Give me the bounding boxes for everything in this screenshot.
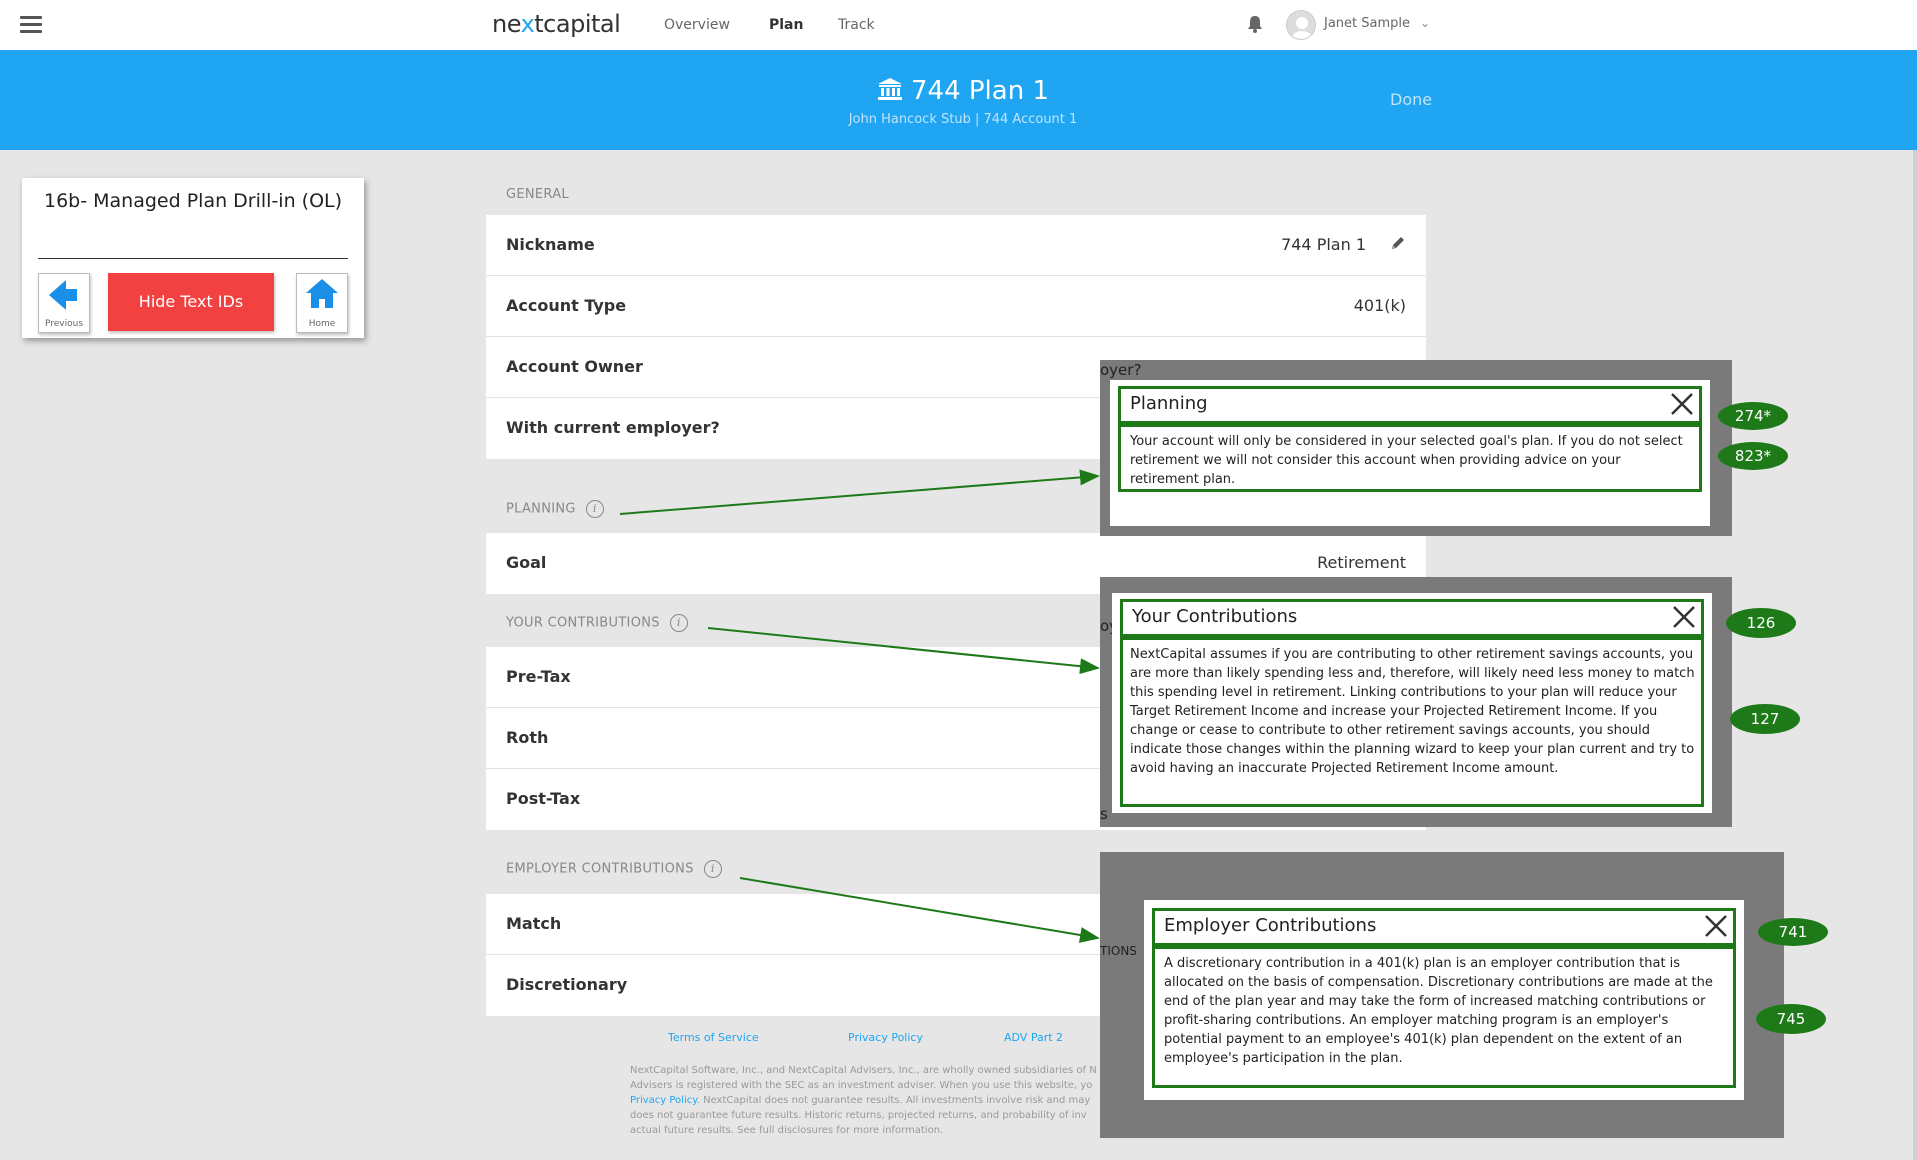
arrow-planning: [619, 469, 1100, 515]
disclosure-line: Advisers is registered with the SEC as a…: [630, 1080, 1093, 1091]
your-contributions-tooltip-overlay: oy s Your Contributions NextCapital assu…: [1100, 577, 1732, 827]
disclosure-line: . NextCapital does not guarantee results…: [696, 1095, 1091, 1106]
home-label: Home: [308, 319, 336, 329]
tooltip-body: Your account will only be considered in …: [1130, 434, 1683, 487]
match-label: Match: [506, 914, 562, 933]
planning-tooltip-overlay: oyer? Planning Your account will only be…: [1100, 360, 1732, 536]
planning-tooltip: Planning Your account will only be consi…: [1110, 380, 1710, 526]
tooltip-body: NextCapital assumes if you are contribut…: [1130, 647, 1695, 776]
tooltip-body: A discretionary contribution in a 401(k)…: [1164, 956, 1713, 1066]
discretionary-label: Discretionary: [506, 975, 628, 994]
account-type-label: Account Type: [506, 296, 627, 315]
nextcapital-logo[interactable]: nextcapital: [492, 10, 621, 38]
plan-title: 744 Plan 1: [0, 76, 1917, 106]
tooltip-title: Your Contributions: [1132, 606, 1298, 627]
footer-disclosure: NextCapital Software, Inc., and NextCapi…: [630, 1063, 1100, 1143]
pencil-icon[interactable]: [1390, 235, 1406, 251]
adv-link[interactable]: ADV Part 2: [1004, 1031, 1063, 1044]
divider: [38, 258, 348, 259]
chevron-down-icon[interactable]: ⌄: [1420, 16, 1430, 30]
scrollbar[interactable]: [1913, 150, 1917, 1160]
tooltip-title: Employer Contributions: [1164, 915, 1377, 936]
row-account-type: Account Type 401(k): [486, 276, 1426, 337]
top-nav: nextcapital Overview Plan Track Janet Sa…: [0, 0, 1917, 50]
privacy-link[interactable]: Privacy Policy: [848, 1031, 923, 1044]
pre-tax-label: Pre-Tax: [506, 667, 571, 686]
current-employer-label: With current employer?: [506, 418, 720, 437]
bank-icon: [877, 78, 902, 100]
section-employer-contributions: EMPLOYER CONTRIBUTIONS i: [506, 860, 722, 878]
close-icon[interactable]: [1670, 392, 1694, 416]
nav-plan[interactable]: Plan: [769, 17, 803, 33]
nav-track[interactable]: Track: [838, 17, 875, 33]
text-id-badge: 126: [1726, 608, 1796, 638]
home-button[interactable]: Home: [296, 273, 348, 333]
text-id-badge: 274*: [1718, 402, 1788, 430]
info-icon[interactable]: i: [703, 860, 722, 878]
plan-subtitle: John Hancock Stub | 744 Account 1: [848, 112, 1078, 127]
disclosure-line: does not guarantee future results. Histo…: [630, 1110, 1087, 1121]
terms-link[interactable]: Terms of Service: [668, 1031, 759, 1044]
plan-banner: 744 Plan 1 John Hancock Stub | 744 Accou…: [0, 50, 1917, 150]
nav-overview[interactable]: Overview: [664, 17, 730, 33]
overlay-clip-text: TIONS: [1100, 944, 1137, 958]
employer-contributions-tooltip-overlay: TIONS Employer Contributions A discretio…: [1100, 852, 1784, 1138]
disclosure-line: actual future results. See full disclosu…: [630, 1125, 944, 1136]
text-id-badge: 745: [1756, 1004, 1826, 1034]
post-tax-label: Post-Tax: [506, 789, 581, 808]
text-id-badge: 127: [1730, 704, 1800, 734]
your-contributions-label: YOUR CONTRIBUTIONS: [506, 615, 660, 631]
your-contributions-tooltip: Your Contributions NextCapital assumes i…: [1112, 593, 1712, 813]
avatar[interactable]: [1286, 10, 1316, 40]
screen-id-title: 16b- Managed Plan Drill-in (OL): [44, 190, 343, 212]
tooltip-title: Planning: [1130, 393, 1208, 414]
planning-label: PLANNING: [506, 501, 576, 517]
previous-button[interactable]: Previous: [38, 273, 90, 333]
employer-contributions-label: EMPLOYER CONTRIBUTIONS: [506, 861, 694, 877]
hamburger-icon[interactable]: [20, 16, 42, 34]
user-avatar-icon: [1292, 17, 1312, 39]
user-name[interactable]: Janet Sample: [1324, 16, 1410, 31]
done-button[interactable]: Done: [1390, 90, 1432, 109]
overlay-clip-text: s: [1100, 805, 1108, 823]
nickname-value: 744 Plan 1: [1281, 235, 1366, 254]
privacy-policy-link[interactable]: Privacy Policy: [630, 1095, 697, 1106]
previous-label: Previous: [44, 319, 84, 329]
disclosure-line: NextCapital Software, Inc., and NextCapi…: [630, 1065, 1097, 1076]
info-icon[interactable]: i: [669, 614, 688, 632]
text-id-panel: 16b- Managed Plan Drill-in (OL) Previous…: [22, 178, 364, 338]
hide-text-ids-button[interactable]: Hide Text IDs: [108, 273, 274, 331]
goal-value: Retirement: [1317, 553, 1406, 572]
bell-icon[interactable]: [1246, 14, 1264, 34]
plan-title-text: 744 Plan 1: [910, 76, 1049, 106]
section-general: GENERAL: [506, 187, 569, 202]
text-id-badge: 823*: [1718, 442, 1788, 470]
roth-label: Roth: [506, 728, 549, 747]
home-icon: [306, 279, 338, 308]
account-owner-label: Account Owner: [506, 357, 643, 376]
close-icon[interactable]: [1672, 605, 1696, 629]
arrow-left-icon: [49, 280, 77, 310]
row-nickname[interactable]: Nickname 744 Plan 1: [486, 215, 1426, 276]
section-planning: PLANNING i: [506, 500, 604, 518]
account-type-value: 401(k): [1353, 296, 1406, 315]
nickname-label: Nickname: [506, 235, 595, 254]
overlay-clip-text: oyer?: [1100, 361, 1142, 379]
close-icon[interactable]: [1704, 914, 1728, 938]
section-your-contributions: YOUR CONTRIBUTIONS i: [506, 614, 688, 632]
text-id-badge: 741: [1758, 918, 1828, 946]
info-icon[interactable]: i: [585, 500, 604, 518]
goal-label: Goal: [506, 553, 547, 572]
employer-contributions-tooltip: Employer Contributions A discretionary c…: [1144, 900, 1744, 1100]
